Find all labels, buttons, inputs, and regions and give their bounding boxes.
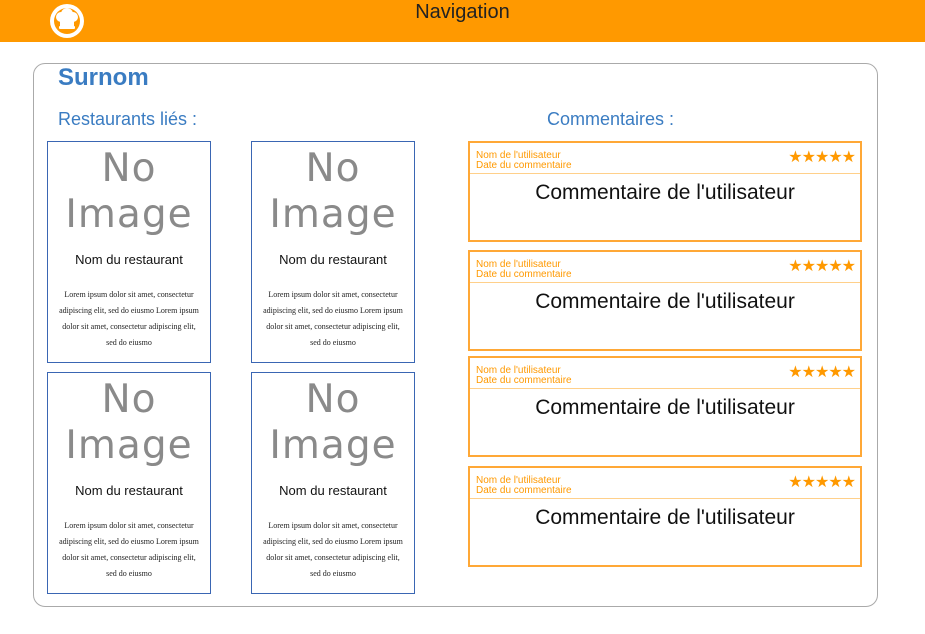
star-rating-icon: ★★★★★: [788, 147, 856, 166]
comment-card: Nom de l'utilisateur Date du commentaire…: [468, 356, 862, 457]
chef-hat-logo-icon[interactable]: [48, 2, 86, 40]
comments-title: Commentaires :: [547, 109, 675, 129]
comment-date: Date du commentaire: [476, 160, 572, 171]
comment-header: Nom de l'utilisateur Date du commentaire…: [470, 358, 860, 389]
restaurant-name[interactable]: Nom du restaurant: [48, 483, 210, 498]
restaurant-description: Lorem ipsum dolor sit amet, consectetur …: [263, 521, 403, 578]
nav-title[interactable]: Navigation: [0, 0, 925, 24]
comment-card: Nom de l'utilisateur Date du commentaire…: [468, 141, 862, 242]
star-rating-icon: ★★★★★: [788, 362, 856, 381]
no-image-placeholder: No Image: [269, 146, 397, 237]
comment-text: Commentaire de l'utilisateur: [535, 290, 795, 313]
star-rating-icon: ★★★★★: [788, 472, 856, 491]
linked-restaurants-title: Restaurants liés :: [58, 109, 198, 129]
comment-date: Date du commentaire: [476, 485, 572, 496]
restaurant-card[interactable]: No Image Nom du restaurant Lorem ipsum do…: [251, 141, 415, 363]
restaurant-description: Lorem ipsum dolor sit amet, consectetur …: [59, 290, 199, 347]
profile-nickname: Surnom: [58, 64, 149, 91]
restaurant-card[interactable]: No Image Nom du restaurant Lorem ipsum do…: [47, 141, 211, 363]
restaurant-description: Lorem ipsum dolor sit amet, consectetur …: [59, 521, 199, 578]
navigation-bar: Navigation: [0, 0, 925, 42]
restaurant-description: Lorem ipsum dolor sit amet, consectetur …: [263, 290, 403, 347]
comment-date: Date du commentaire: [476, 269, 572, 280]
comment-date: Date du commentaire: [476, 375, 572, 386]
restaurant-name[interactable]: Nom du restaurant: [252, 483, 414, 498]
comment-card: Nom de l'utilisateur Date du commentaire…: [468, 466, 862, 567]
comment-header: Nom de l'utilisateur Date du commentaire…: [470, 252, 860, 283]
star-rating-icon: ★★★★★: [788, 256, 856, 275]
comment-header: Nom de l'utilisateur Date du commentaire…: [470, 468, 860, 499]
restaurant-card[interactable]: No Image Nom du restaurant Lorem ipsum do…: [251, 372, 415, 594]
no-image-placeholder: No Image: [269, 377, 397, 468]
comment-text: Commentaire de l'utilisateur: [535, 506, 795, 529]
no-image-placeholder: No Image: [65, 146, 193, 237]
restaurant-card[interactable]: No Image Nom du restaurant Lorem ipsum do…: [47, 372, 211, 594]
restaurant-name[interactable]: Nom du restaurant: [48, 252, 210, 267]
comment-card: Nom de l'utilisateur Date du commentaire…: [468, 250, 862, 351]
comment-text: Commentaire de l'utilisateur: [535, 396, 795, 419]
comment-header: Nom de l'utilisateur Date du commentaire…: [470, 143, 860, 174]
no-image-placeholder: No Image: [65, 377, 193, 468]
comment-text: Commentaire de l'utilisateur: [535, 181, 795, 204]
restaurant-name[interactable]: Nom du restaurant: [252, 252, 414, 267]
